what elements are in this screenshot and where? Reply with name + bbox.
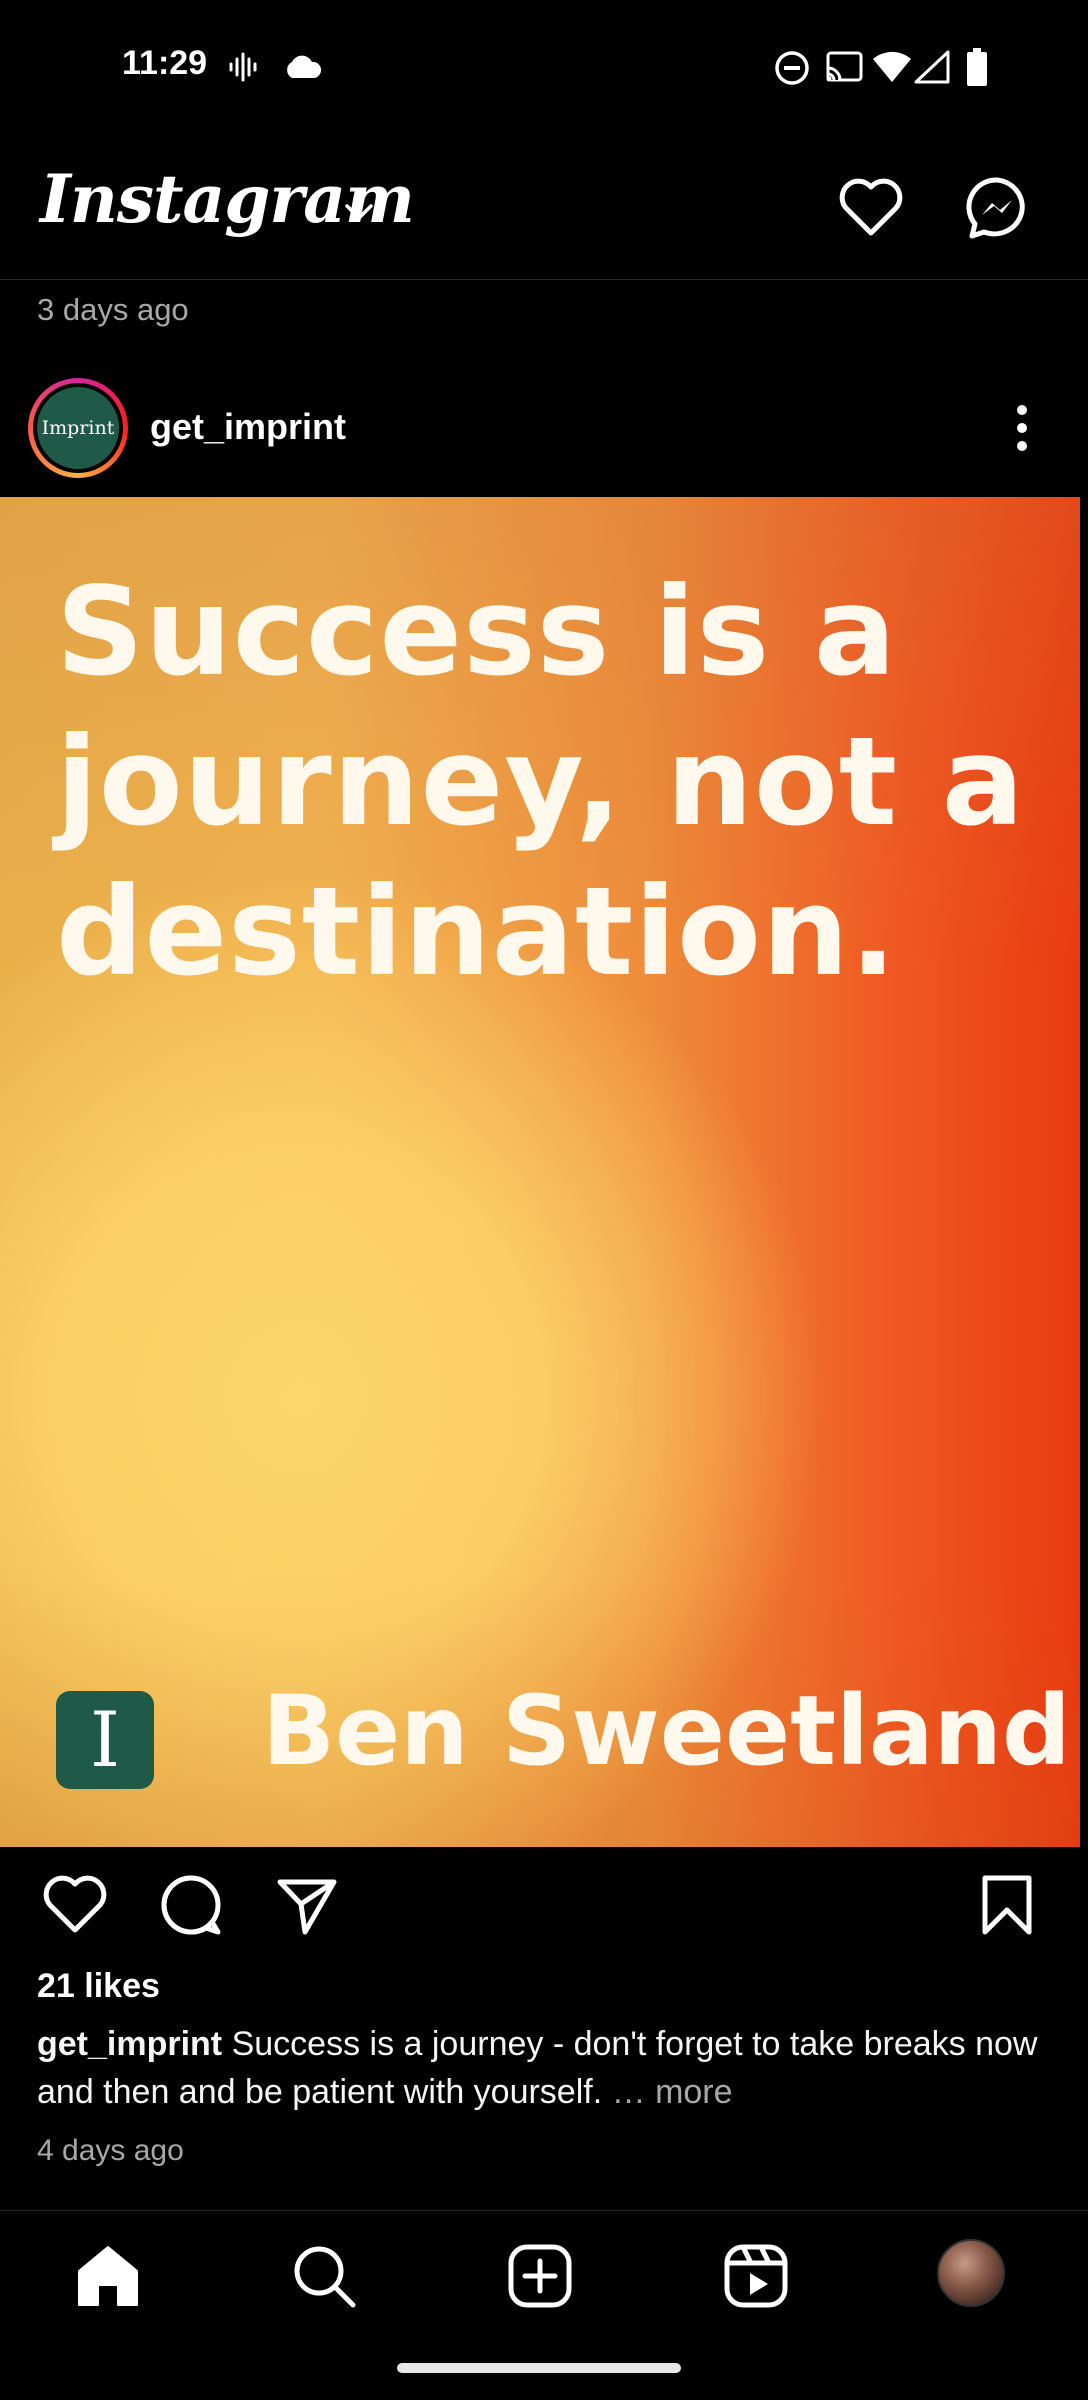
caption-more-link[interactable]: … more bbox=[602, 2073, 733, 2111]
create-icon[interactable] bbox=[505, 2241, 575, 2311]
post-image[interactable]: Success is a journey, not a destination.… bbox=[0, 497, 1080, 1847]
caption-username[interactable]: get_imprint bbox=[37, 2025, 222, 2063]
post-username[interactable]: get_imprint bbox=[150, 406, 346, 448]
heart-icon[interactable] bbox=[836, 173, 906, 243]
imprint-logo-badge: I bbox=[56, 1691, 154, 1789]
voicemail-wave-icon bbox=[228, 52, 258, 82]
instagram-logo[interactable]: Instagram bbox=[40, 160, 415, 238]
reels-icon[interactable] bbox=[721, 2241, 791, 2311]
search-icon[interactable] bbox=[289, 2241, 359, 2311]
more-options-icon[interactable] bbox=[1000, 396, 1044, 460]
likes-count[interactable]: 21 likes bbox=[37, 1967, 160, 2006]
home-icon[interactable] bbox=[73, 2241, 143, 2311]
battery-icon bbox=[966, 48, 988, 86]
avatar[interactable]: Imprint bbox=[28, 378, 128, 478]
profile-avatar[interactable] bbox=[937, 2239, 1005, 2307]
home-indicator[interactable] bbox=[397, 2363, 681, 2373]
status-time: 11:29 bbox=[122, 44, 208, 82]
share-icon[interactable] bbox=[272, 1870, 342, 1940]
post-image-quote: Success is a journey, not a destination. bbox=[56, 561, 1025, 1003]
bookmark-icon[interactable] bbox=[972, 1870, 1042, 1940]
wifi-icon bbox=[872, 50, 912, 84]
status-bar: 11:29 bbox=[0, 0, 1088, 140]
like-icon[interactable] bbox=[40, 1870, 110, 1940]
post-caption: get_imprint Success is a journey - don't… bbox=[37, 2020, 1057, 2116]
cell-signal-icon bbox=[914, 50, 950, 84]
chevron-down-icon[interactable] bbox=[344, 202, 374, 222]
comment-icon[interactable] bbox=[156, 1870, 226, 1940]
post-image-author: Ben Sweetland bbox=[262, 1675, 1071, 1787]
app-header: Instagram bbox=[0, 140, 1088, 280]
cast-icon bbox=[824, 50, 864, 84]
previous-post-timestamp: 3 days ago bbox=[37, 292, 189, 327]
messenger-icon[interactable] bbox=[962, 173, 1032, 243]
avatar-label: Imprint bbox=[37, 387, 119, 469]
do-not-disturb-icon bbox=[774, 50, 810, 86]
post-header: Imprint get_imprint bbox=[0, 368, 1088, 488]
bottom-nav bbox=[0, 2210, 1088, 2400]
post-timestamp: 4 days ago bbox=[37, 2134, 184, 2167]
cloud-icon bbox=[282, 54, 322, 80]
